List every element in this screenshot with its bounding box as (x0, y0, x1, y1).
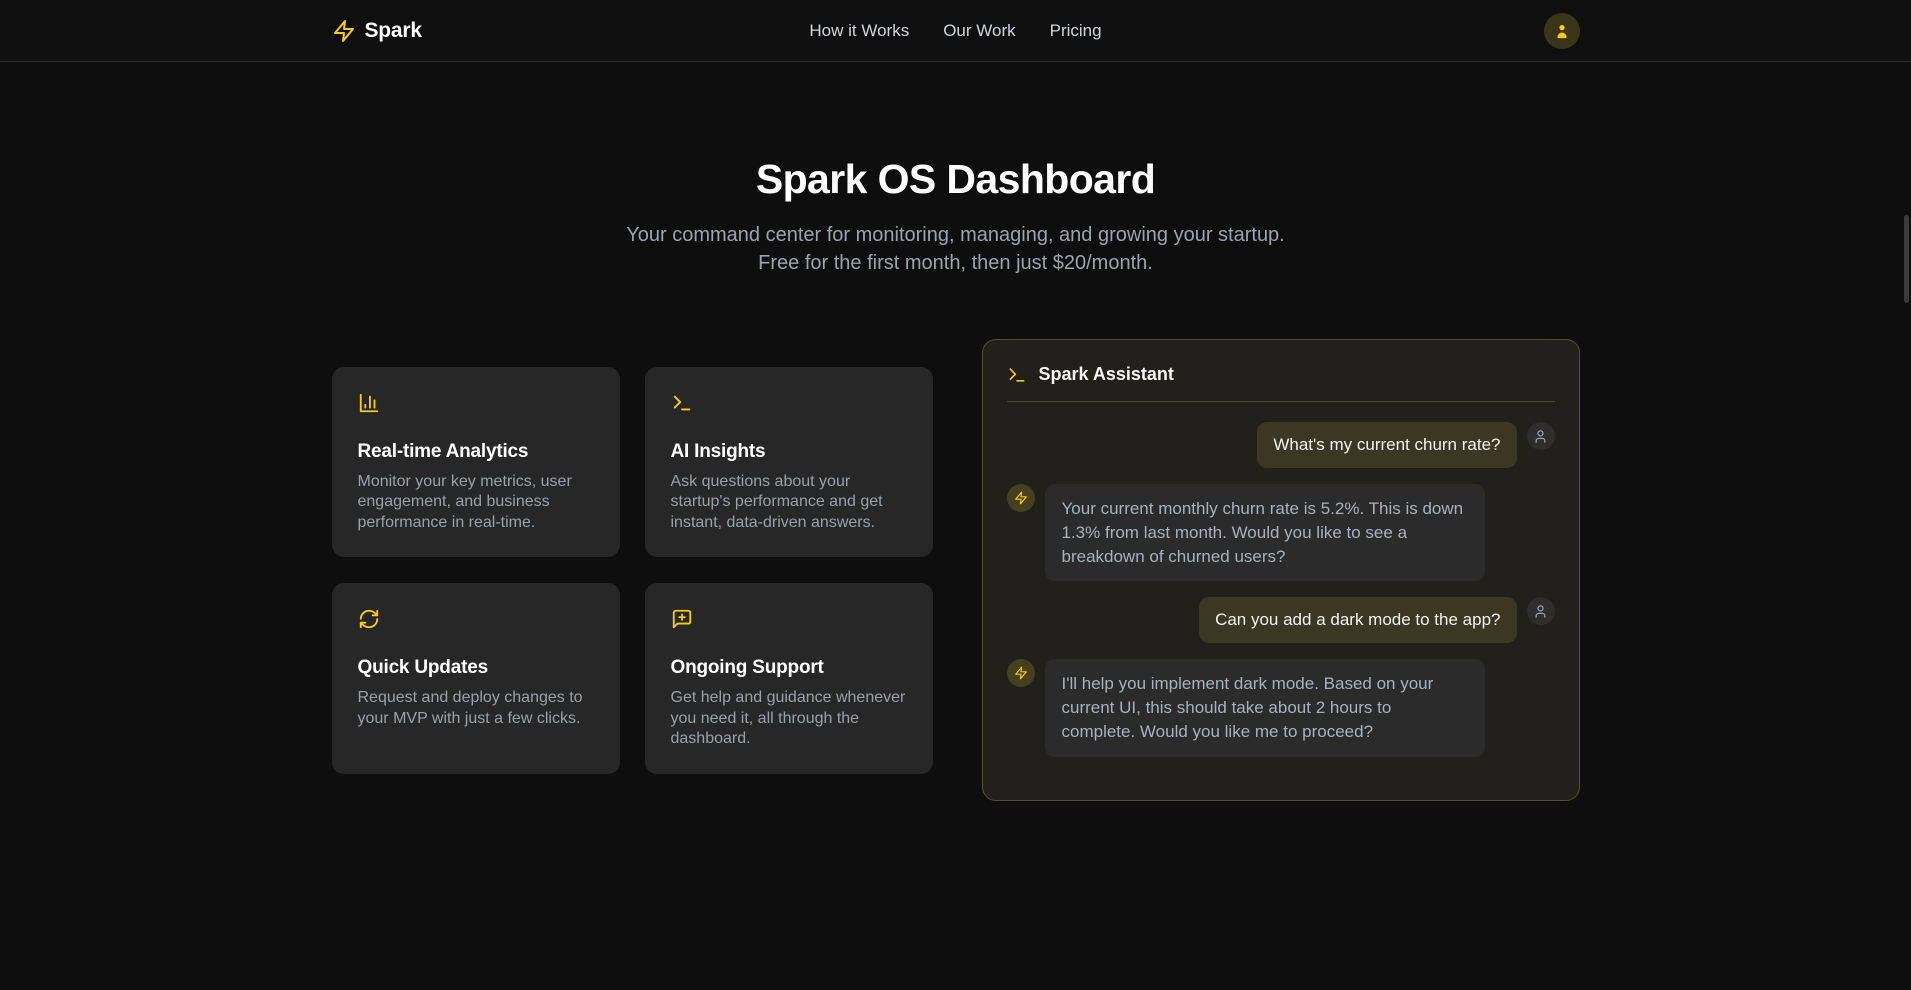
feature-description: Get help and guidance whenever you need … (671, 688, 907, 749)
main-content: Real-time Analytics Monitor your key met… (0, 339, 1911, 801)
feature-card-ai-insights: AI Insights Ask questions about your sta… (645, 367, 933, 557)
hero-section: Spark OS Dashboard Your command center f… (0, 62, 1911, 277)
feature-description: Ask questions about your startup's perfo… (671, 472, 907, 533)
nav-link-our-work[interactable]: Our Work (943, 21, 1015, 41)
feature-title: Real-time Analytics (358, 441, 594, 463)
assistant-message-bubble: I'll help you implement dark mode. Based… (1045, 659, 1485, 756)
hero-subtitle: Your command center for monitoring, mana… (606, 221, 1306, 277)
user-message-bubble: Can you add a dark mode to the app? (1199, 597, 1516, 643)
zap-icon (332, 19, 356, 43)
assistant-avatar (1007, 484, 1035, 512)
chat-message-user: What's my current churn rate? (1007, 422, 1555, 468)
user-icon (1533, 604, 1548, 619)
zap-icon (1014, 666, 1028, 680)
brand-name: Spark (365, 19, 422, 43)
chat-message-assistant: I'll help you implement dark mode. Based… (1007, 659, 1555, 756)
nav-links: How it Works Our Work Pricing (809, 21, 1101, 41)
feature-card-realtime-analytics: Real-time Analytics Monitor your key met… (332, 367, 620, 557)
terminal-icon (671, 392, 693, 414)
assistant-avatar (1007, 659, 1035, 687)
assistant-panel-title: Spark Assistant (1039, 364, 1174, 385)
feature-title: Ongoing Support (671, 657, 907, 679)
user-message-bubble: What's my current churn rate? (1257, 422, 1516, 468)
feature-grid: Real-time Analytics Monitor your key met… (332, 367, 933, 774)
feature-title: Quick Updates (358, 657, 594, 679)
feature-title: AI Insights (671, 441, 907, 463)
nav-link-pricing[interactable]: Pricing (1050, 21, 1102, 41)
user-icon (1533, 429, 1548, 444)
feature-card-quick-updates: Quick Updates Request and deploy changes… (332, 583, 620, 773)
chat-message-user: Can you add a dark mode to the app? (1007, 597, 1555, 643)
terminal-icon (1007, 365, 1027, 385)
feature-description: Request and deploy changes to your MVP w… (358, 688, 594, 729)
nav-link-how-it-works[interactable]: How it Works (809, 21, 909, 41)
spark-assistant-panel: Spark Assistant What's my current churn … (982, 339, 1580, 801)
feature-description: Monitor your key metrics, user engagemen… (358, 472, 594, 533)
page-title: Spark OS Dashboard (0, 156, 1911, 203)
zap-icon (1014, 491, 1028, 505)
account-avatar-button[interactable] (1544, 13, 1580, 49)
vertical-scrollbar[interactable] (1904, 215, 1909, 303)
refresh-icon (358, 608, 380, 630)
user-icon (1553, 22, 1571, 40)
chat-message-assistant: Your current monthly churn rate is 5.2%.… (1007, 484, 1555, 581)
bar-chart-icon (358, 392, 380, 414)
user-avatar (1527, 597, 1555, 625)
assistant-message-bubble: Your current monthly churn rate is 5.2%.… (1045, 484, 1485, 581)
message-square-plus-icon (671, 608, 693, 630)
chat-message-list: What's my current churn rate? Your curre… (1007, 422, 1555, 756)
brand-logo[interactable]: Spark (332, 19, 422, 43)
feature-card-ongoing-support: Ongoing Support Get help and guidance wh… (645, 583, 933, 773)
navbar: Spark How it Works Our Work Pricing (0, 0, 1911, 62)
user-avatar (1527, 422, 1555, 450)
assistant-panel-header: Spark Assistant (1007, 364, 1555, 402)
